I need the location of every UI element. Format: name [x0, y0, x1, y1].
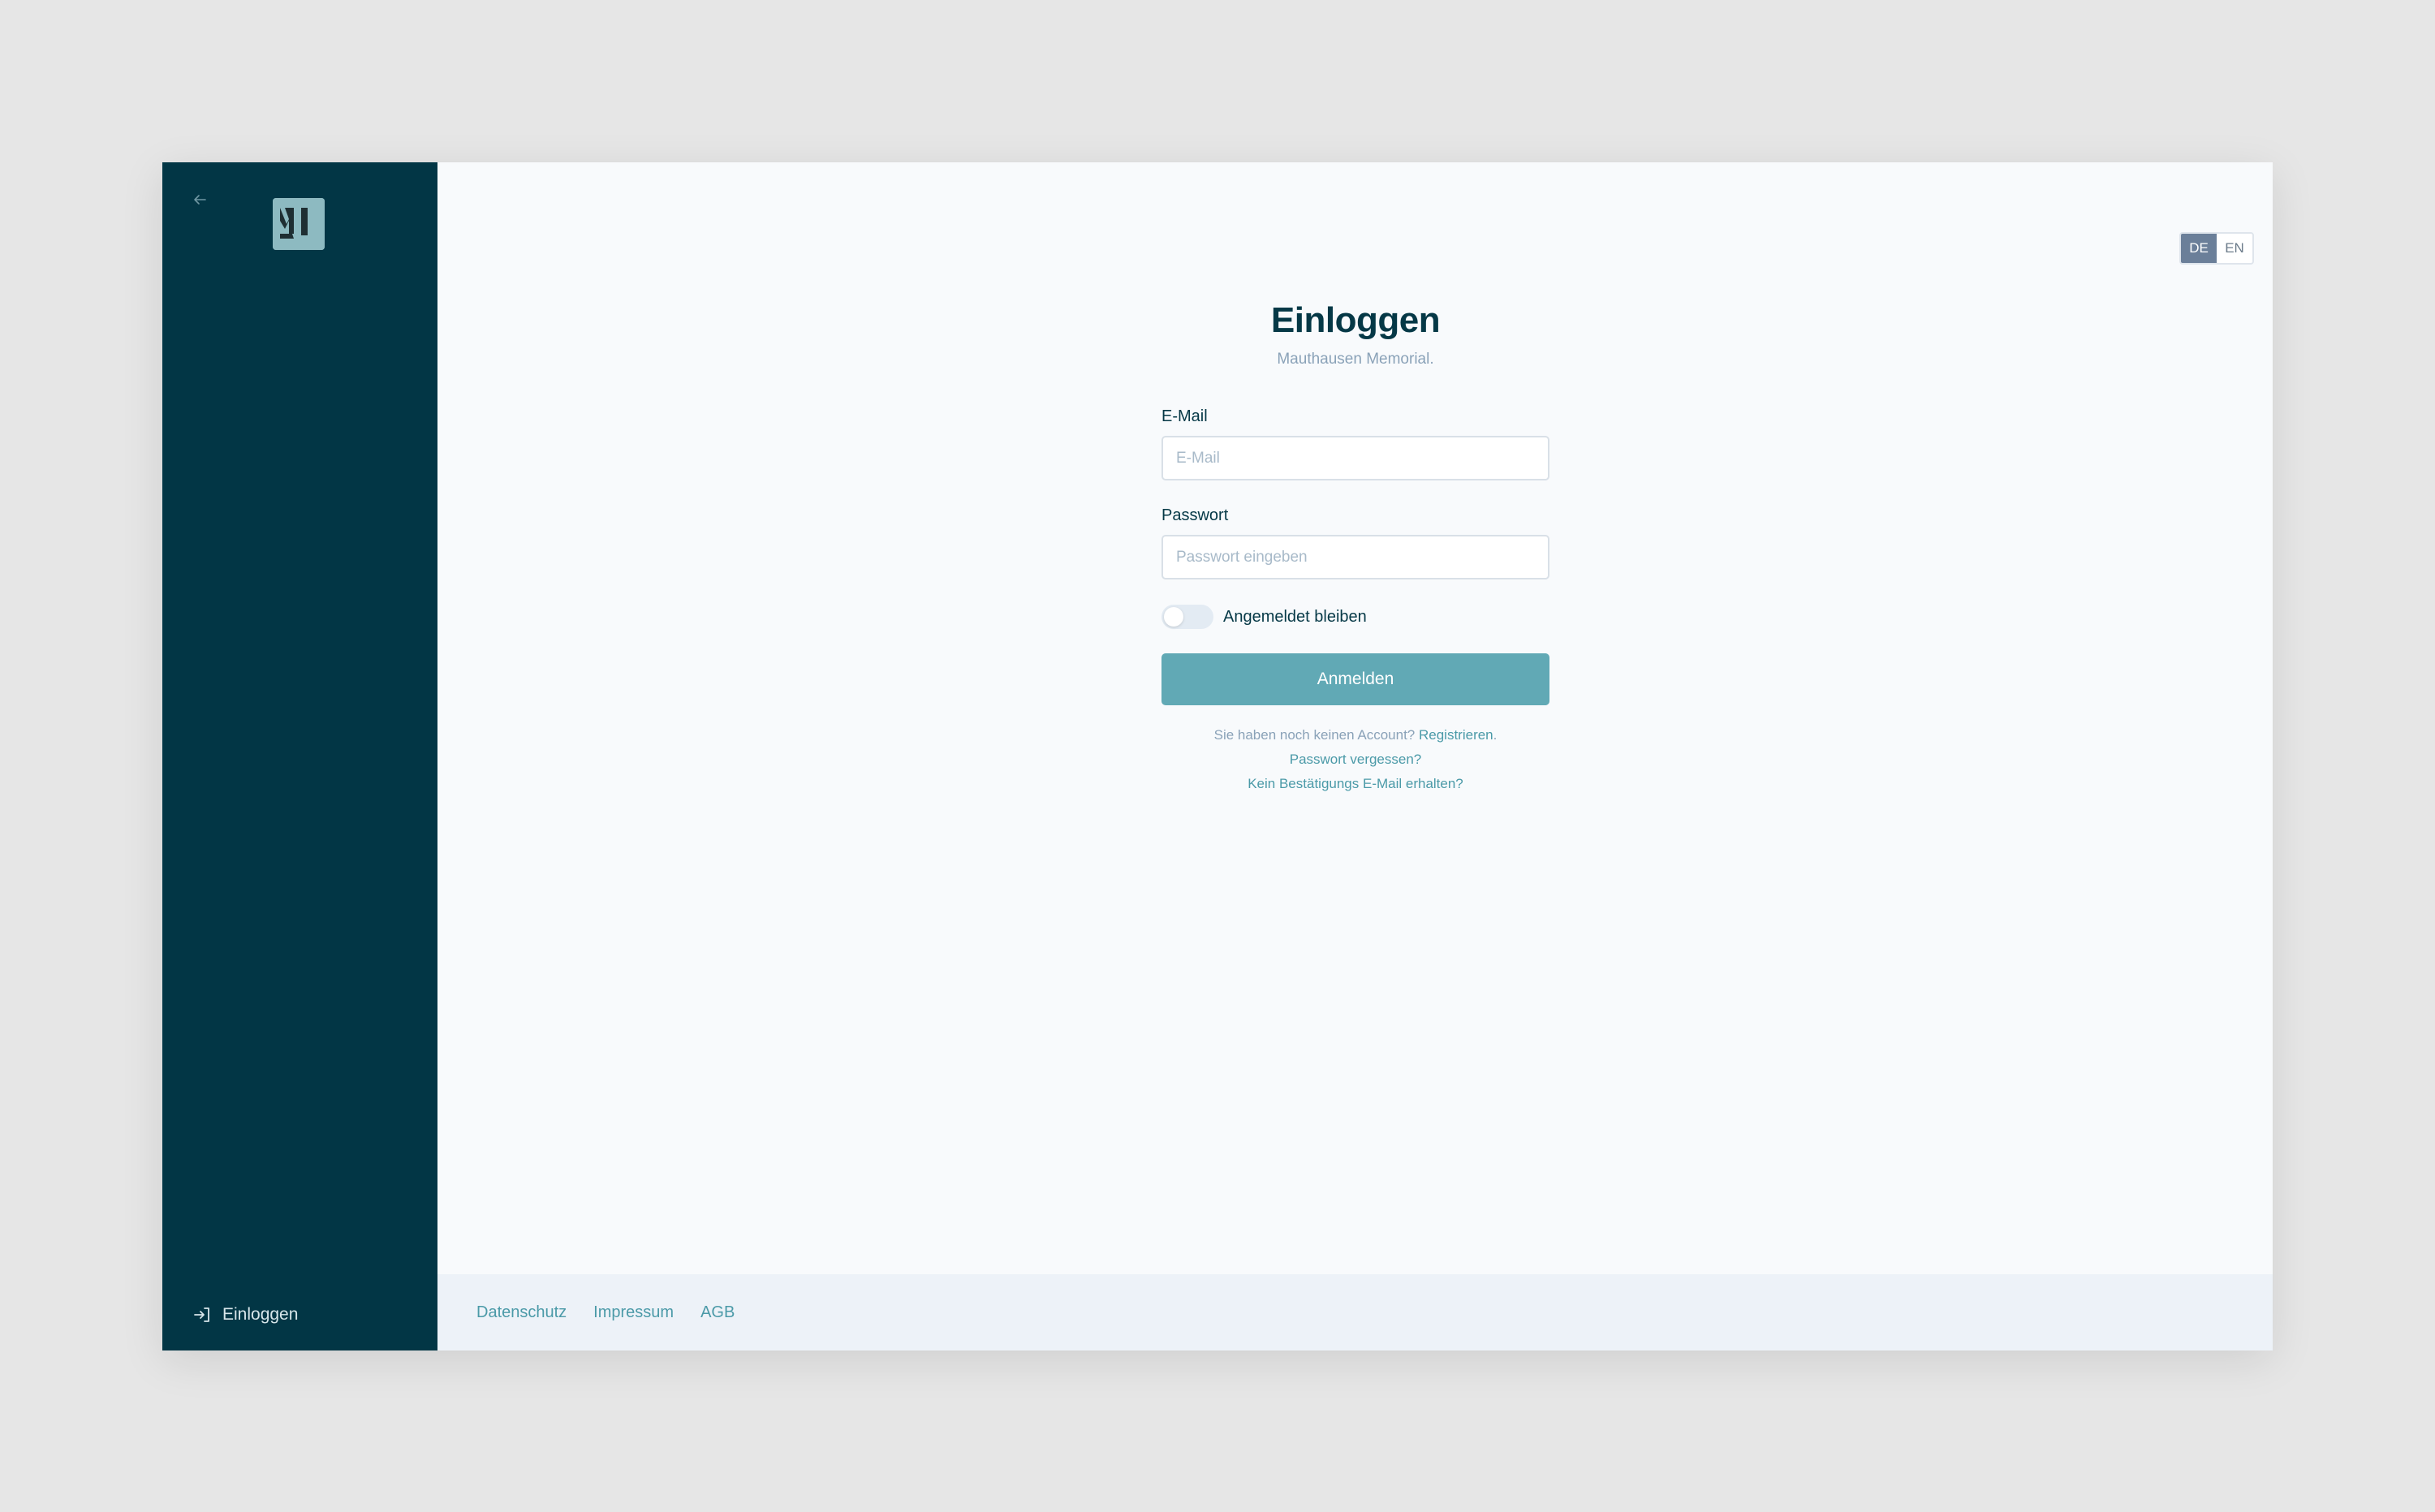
language-switch: DE EN [2179, 232, 2254, 265]
mi-logo-mark [273, 198, 325, 250]
remember-me-label: Angemeldet bleiben [1223, 607, 1367, 626]
password-label: Passwort [1161, 506, 1229, 524]
auth-links: Sie haben noch keinen Account? Registrie… [1161, 723, 1549, 796]
arrow-left-icon [194, 195, 206, 205]
remember-me-toggle[interactable] [1161, 605, 1213, 629]
footer: Datenschutz Impressum AGB [437, 1274, 2273, 1350]
lang-en-button[interactable]: EN [2217, 234, 2252, 263]
back-button[interactable] [183, 183, 216, 216]
footer-link-datenschutz[interactable]: Datenschutz [476, 1303, 567, 1322]
password-field[interactable] [1161, 535, 1549, 579]
footer-link-impressum[interactable]: Impressum [593, 1303, 674, 1322]
register-suffix: . [1493, 727, 1498, 743]
email-label: E-Mail [1161, 407, 1208, 425]
register-line: Sie haben noch keinen Account? Registrie… [1161, 723, 1549, 747]
forgot-password-link[interactable]: Passwort vergessen? [1290, 752, 1422, 767]
login-button[interactable]: Anmelden [1161, 653, 1549, 705]
lang-de-button[interactable]: DE [2181, 234, 2217, 263]
register-link[interactable]: Registrieren [1419, 727, 1493, 743]
sidebar-login-label: Einloggen [222, 1305, 299, 1324]
footer-link-agb[interactable]: AGB [700, 1303, 735, 1322]
main-panel: DE EN Einloggen Mauthausen Memorial. E-M… [437, 162, 2273, 1350]
email-field[interactable] [1161, 436, 1549, 480]
page-title: Einloggen [1270, 300, 1441, 340]
sidebar-login-link[interactable]: Einloggen [187, 1299, 304, 1331]
app-window: Einloggen DE EN Einloggen Mauthausen Mem… [162, 162, 2273, 1350]
sidebar: Einloggen [162, 162, 437, 1350]
remember-me-row: Angemeldet bleiben [1161, 605, 1549, 629]
login-form: Einloggen Mauthausen Memorial. E-Mail Pa… [1161, 300, 1549, 796]
sign-in-icon [194, 1307, 209, 1322]
resend-confirmation-link[interactable]: Kein Bestätigungs E-Mail erhalten? [1248, 776, 1463, 791]
page-subtitle: Mauthausen Memorial. [1277, 351, 1434, 368]
no-account-text: Sie haben noch keinen Account? [1213, 727, 1416, 743]
mi-logo-icon[interactable] [273, 198, 325, 250]
toggle-knob [1164, 607, 1183, 627]
